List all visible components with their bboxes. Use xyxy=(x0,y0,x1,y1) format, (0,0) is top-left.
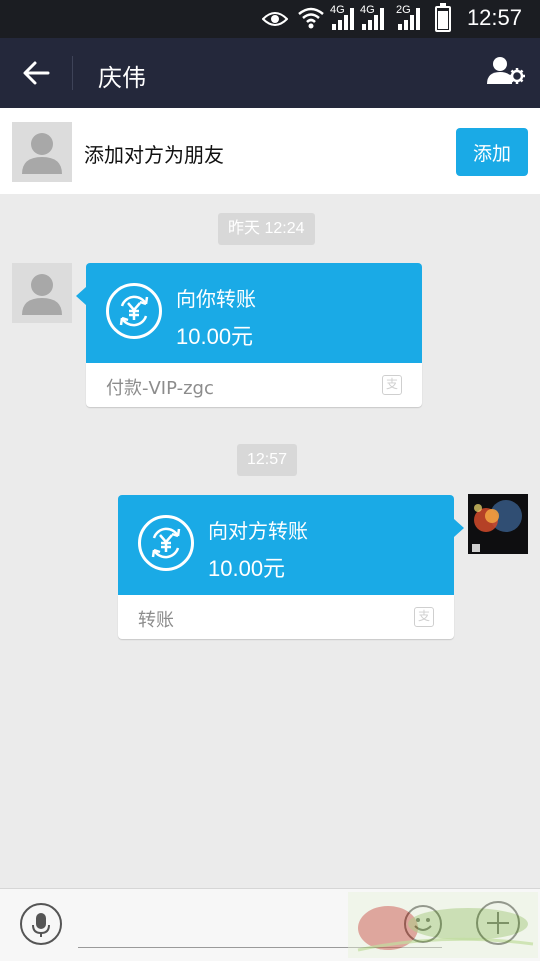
signal-strength-icon-2: 4G xyxy=(360,4,384,30)
contact-avatar xyxy=(12,122,72,182)
transfer-message-outgoing[interactable]: 向对方转账 10.00元 转账 支 xyxy=(118,495,464,639)
transfer-amount: 10.00元 xyxy=(176,324,254,349)
watermark-logo xyxy=(348,892,538,958)
default-avatar-icon xyxy=(22,133,62,174)
contact-settings-icon xyxy=(487,57,525,84)
contact-avatar[interactable] xyxy=(12,263,72,323)
avatar-image xyxy=(468,494,528,554)
transfer-note: 转账 xyxy=(138,610,174,631)
battery-icon xyxy=(435,3,451,32)
bubble-tail xyxy=(76,287,86,305)
default-avatar-icon xyxy=(22,274,62,315)
network-type-label: 2G xyxy=(396,4,411,16)
transfer-yuan-icon xyxy=(138,515,194,571)
transfer-title: 向你转账 xyxy=(176,287,256,311)
add-friend-text: 添加对方为朋友 xyxy=(84,143,224,167)
transfer-card-header: 向你转账 10.00元 xyxy=(86,263,422,363)
transfer-yuan-icon xyxy=(106,283,162,339)
microphone-icon xyxy=(32,913,50,937)
voice-input-button[interactable] xyxy=(20,903,62,945)
header-divider xyxy=(72,56,73,90)
status-time: 12:57 xyxy=(466,5,522,30)
bubble-tail xyxy=(454,519,464,537)
transfer-title: 向对方转账 xyxy=(208,519,308,543)
transfer-note: 付款-VIP-zgc xyxy=(106,378,214,399)
signal-strength-icon-1: 4G xyxy=(330,4,354,30)
transfer-card-footer: 转账 支 xyxy=(118,595,454,639)
message-timestamp: 昨天 12:24 xyxy=(218,213,315,245)
chat-info-button[interactable] xyxy=(484,52,528,94)
eye-icon xyxy=(262,12,288,26)
message-timestamp: 12:57 xyxy=(237,444,298,476)
transfer-message-incoming[interactable]: 向你转账 10.00元 付款-VIP-zgc 支 xyxy=(76,263,422,407)
alipay-icon: 支 xyxy=(414,607,434,627)
self-avatar[interactable] xyxy=(468,494,528,554)
wifi-icon xyxy=(298,7,324,29)
alipay-icon: 支 xyxy=(382,375,402,395)
back-button[interactable] xyxy=(14,52,58,94)
back-arrow-icon xyxy=(23,61,50,85)
transfer-amount: 10.00元 xyxy=(208,556,286,581)
page-title: 庆伟 xyxy=(98,64,146,92)
network-type-label: 4G xyxy=(330,4,345,16)
transfer-card-header: 向对方转账 10.00元 xyxy=(118,495,454,595)
signal-strength-icon-3: 2G xyxy=(396,4,420,30)
network-type-label: 4G xyxy=(360,4,375,16)
battery-level xyxy=(438,11,448,29)
add-friend-banner: 添加对方为朋友 添加 xyxy=(0,108,540,194)
add-friend-button[interactable]: 添加 xyxy=(456,128,528,176)
transfer-card-footer: 付款-VIP-zgc 支 xyxy=(86,363,422,407)
chat-header: 庆伟 xyxy=(0,38,540,108)
status-bar: 4G 4G 2G 12:57 xyxy=(0,0,540,38)
